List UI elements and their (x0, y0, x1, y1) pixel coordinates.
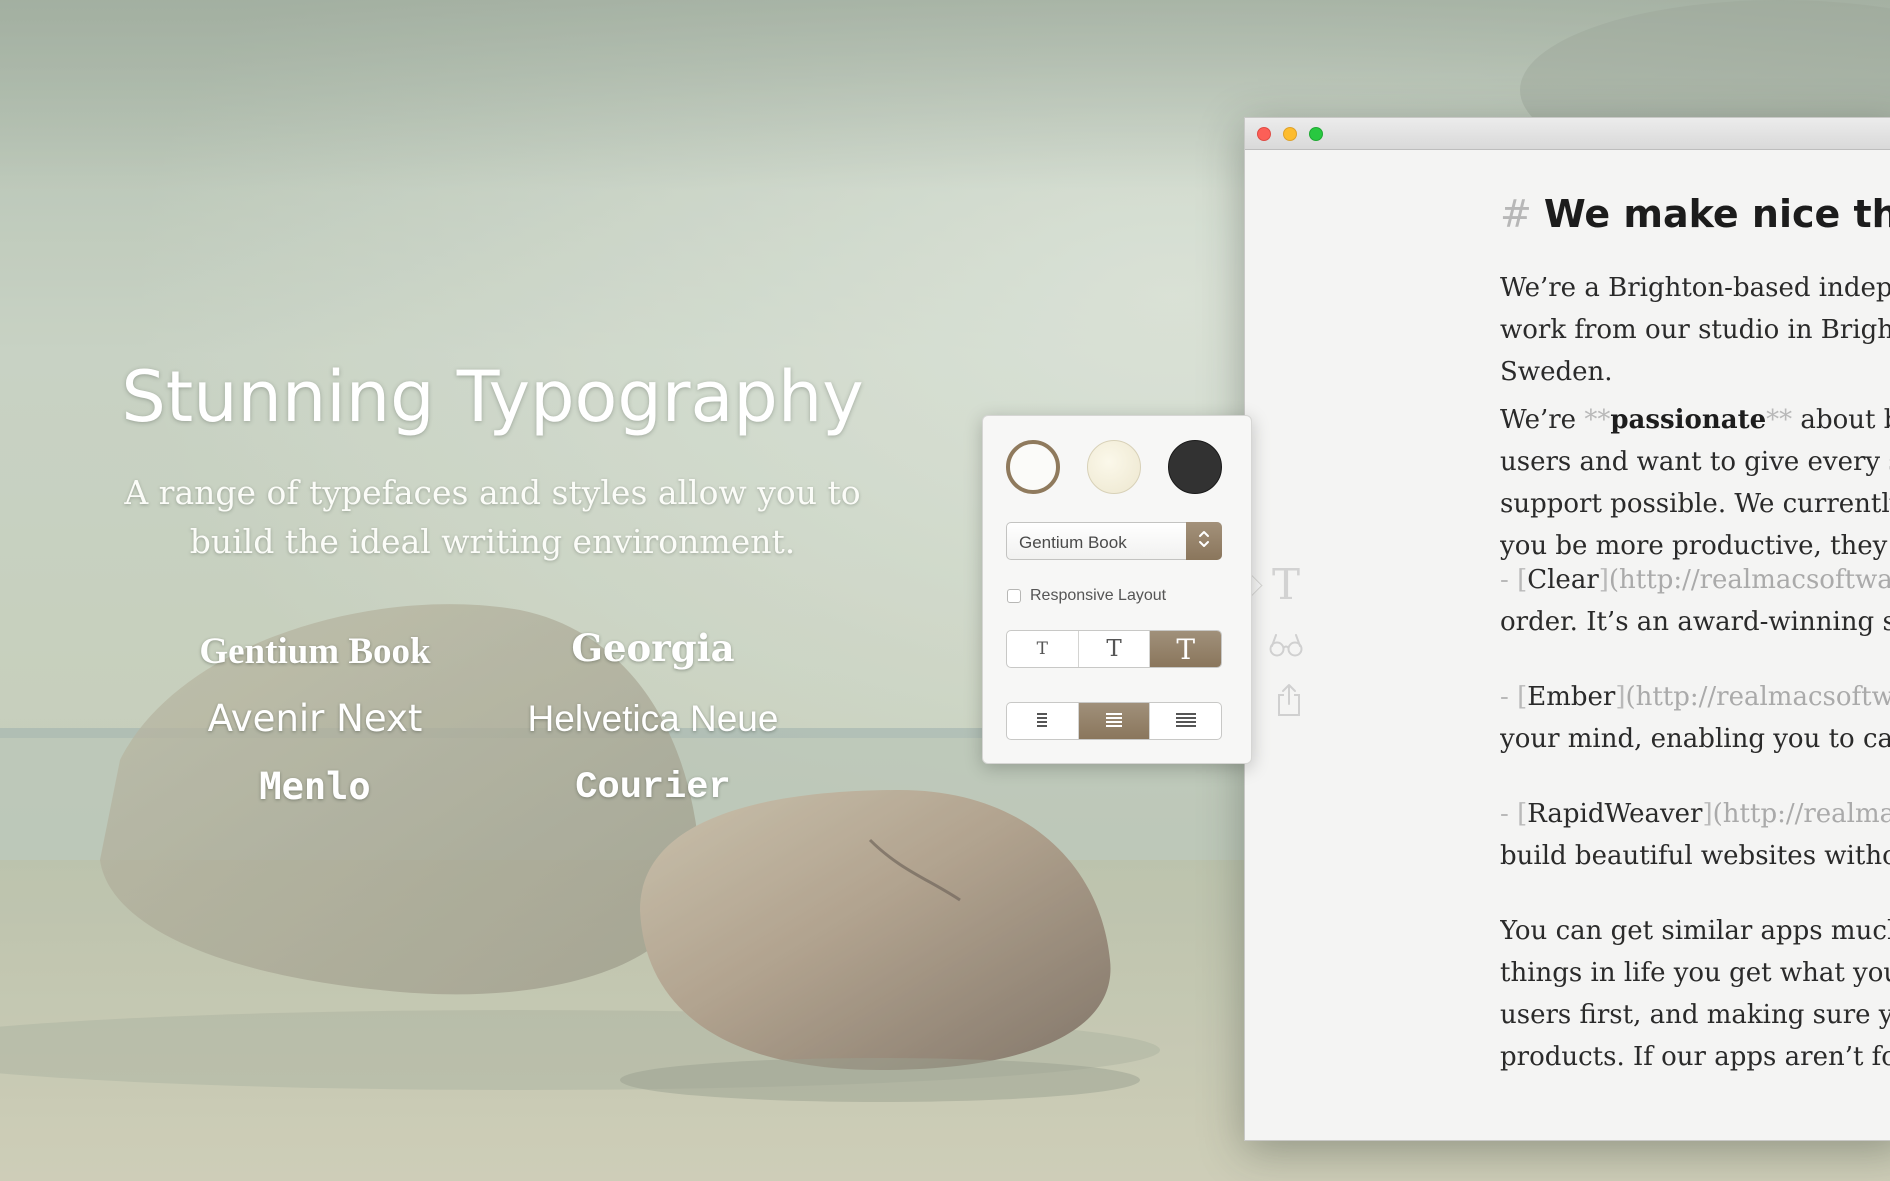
share-icon[interactable] (1276, 682, 1302, 723)
document-editor[interactable]: #We make nice things We’re a Brighton-ba… (1500, 149, 1890, 1140)
text-line: - [Clear](http://realmacsoftwar (1500, 559, 1890, 601)
font-select[interactable]: Gentium Book (1006, 522, 1222, 560)
text-line: We’re **passionate** about bui (1500, 399, 1890, 441)
list-item: - [RapidWeaver](http://realmac build bea… (1500, 793, 1890, 877)
text-line: users first, and making sure you (1500, 1000, 1890, 1030)
text-line: things in life you get what you p (1500, 958, 1890, 988)
document-heading: #We make nice things (1500, 193, 1890, 235)
text-line: support possible. We currently l (1500, 489, 1890, 519)
list-item: - [Clear](http://realmacsoftwar order. I… (1500, 559, 1890, 643)
app-window: #We make nice things We’re a Brighton-ba… (1244, 117, 1890, 1141)
text-line: - [RapidWeaver](http://realmac (1500, 793, 1890, 835)
font-sample-georgia: Georgia (571, 626, 735, 670)
link-url: (http://realmacsoftwa (1625, 682, 1890, 712)
text-run: We’re (1500, 405, 1585, 435)
medium-lines-icon (1106, 713, 1122, 727)
hero-subtitle-line: build the ideal writing environment. (189, 522, 796, 561)
reading-glasses-icon[interactable] (1268, 632, 1304, 663)
heading-text: We make nice things (1543, 192, 1890, 236)
bracket: [ (1517, 682, 1528, 712)
line-width-control (1006, 702, 1222, 740)
select-chevrons-icon[interactable] (1186, 522, 1222, 560)
paragraph-passionate: We’re **passionate** about bui users and… (1500, 399, 1890, 567)
close-button[interactable] (1257, 127, 1271, 141)
paragraph-last: You can get similar apps much c things i… (1500, 910, 1890, 1078)
minimize-button[interactable] (1283, 127, 1297, 141)
bracket: ] (1702, 799, 1713, 829)
text-line: We’re a Brighton-based indepen (1500, 273, 1890, 303)
line-width-medium-button[interactable] (1078, 703, 1151, 739)
font-sample-helvetica: Helvetica Neue (527, 698, 779, 739)
narrow-lines-icon (1037, 713, 1048, 727)
font-sample-courier: Courier (575, 767, 731, 809)
zoom-button[interactable] (1309, 127, 1323, 141)
markdown-mark: ** (1766, 405, 1793, 435)
font-select-value: Gentium Book (1019, 533, 1127, 552)
hero-subtitle: A range of typefaces and styles allow yo… (110, 468, 875, 566)
window-titlebar[interactable] (1245, 118, 1890, 150)
list-dash: - (1500, 565, 1509, 595)
bold-text: passionate (1610, 405, 1767, 435)
responsive-layout-checkbox[interactable] (1007, 589, 1021, 603)
text-line: products. If our apps aren’t for y (1500, 1042, 1890, 1072)
text-line: You can get similar apps much c (1500, 916, 1890, 946)
text-line: users and want to give every sin (1500, 447, 1890, 477)
bracket: [ (1517, 565, 1528, 595)
theme-cream-swatch[interactable] (1087, 440, 1141, 494)
text-line: order. It’s an award-winning sup (1500, 607, 1890, 637)
text-size-control: T T T (1006, 630, 1222, 668)
list-item: - [Ember](http://realmacsoftwa your mind… (1500, 676, 1890, 760)
bracket: [ (1517, 799, 1528, 829)
paragraph-intro: We’re a Brighton-based indepen work from… (1500, 267, 1890, 393)
text-size-small-button[interactable]: T (1007, 631, 1079, 667)
hero-subtitle-line: A range of typefaces and styles allow yo… (124, 473, 861, 512)
list-dash: - (1500, 799, 1509, 829)
link-text[interactable]: Ember (1527, 682, 1615, 712)
line-width-narrow-button[interactable] (1007, 703, 1079, 739)
link-text[interactable]: RapidWeaver (1527, 799, 1702, 829)
typography-popover: Gentium Book Responsive Layout T T T (982, 415, 1252, 764)
typography-icon[interactable]: T (1272, 564, 1300, 606)
text-line: work from our studio in Brighto (1500, 315, 1890, 345)
bracket: ] (1615, 682, 1626, 712)
text-run: about bui (1800, 405, 1890, 435)
link-text[interactable]: Clear (1527, 565, 1599, 595)
bracket: ] (1598, 565, 1609, 595)
text-line: your mind, enabling you to capt (1500, 724, 1890, 754)
text-line: - [Ember](http://realmacsoftwa (1500, 676, 1890, 718)
text-line: build beautiful websites without (1500, 841, 1890, 871)
text-line: Sweden. (1500, 357, 1613, 387)
responsive-layout-label: Responsive Layout (1030, 587, 1167, 604)
text-size-large-button[interactable]: T (1150, 631, 1221, 667)
line-width-wide-button[interactable] (1150, 703, 1221, 739)
text-size-medium-button[interactable]: T (1079, 631, 1151, 667)
markdown-mark: ** (1584, 405, 1611, 435)
theme-white-swatch[interactable] (1006, 440, 1060, 494)
list-dash: - (1500, 682, 1509, 712)
heading-marker: # (1500, 192, 1532, 236)
link-url: (http://realmacsoftwar (1608, 565, 1890, 595)
wide-lines-icon (1175, 713, 1196, 727)
theme-dark-swatch[interactable] (1168, 440, 1222, 494)
link-url: (http://realmac (1712, 799, 1890, 829)
hero-title: Stunning Typography (121, 356, 864, 438)
